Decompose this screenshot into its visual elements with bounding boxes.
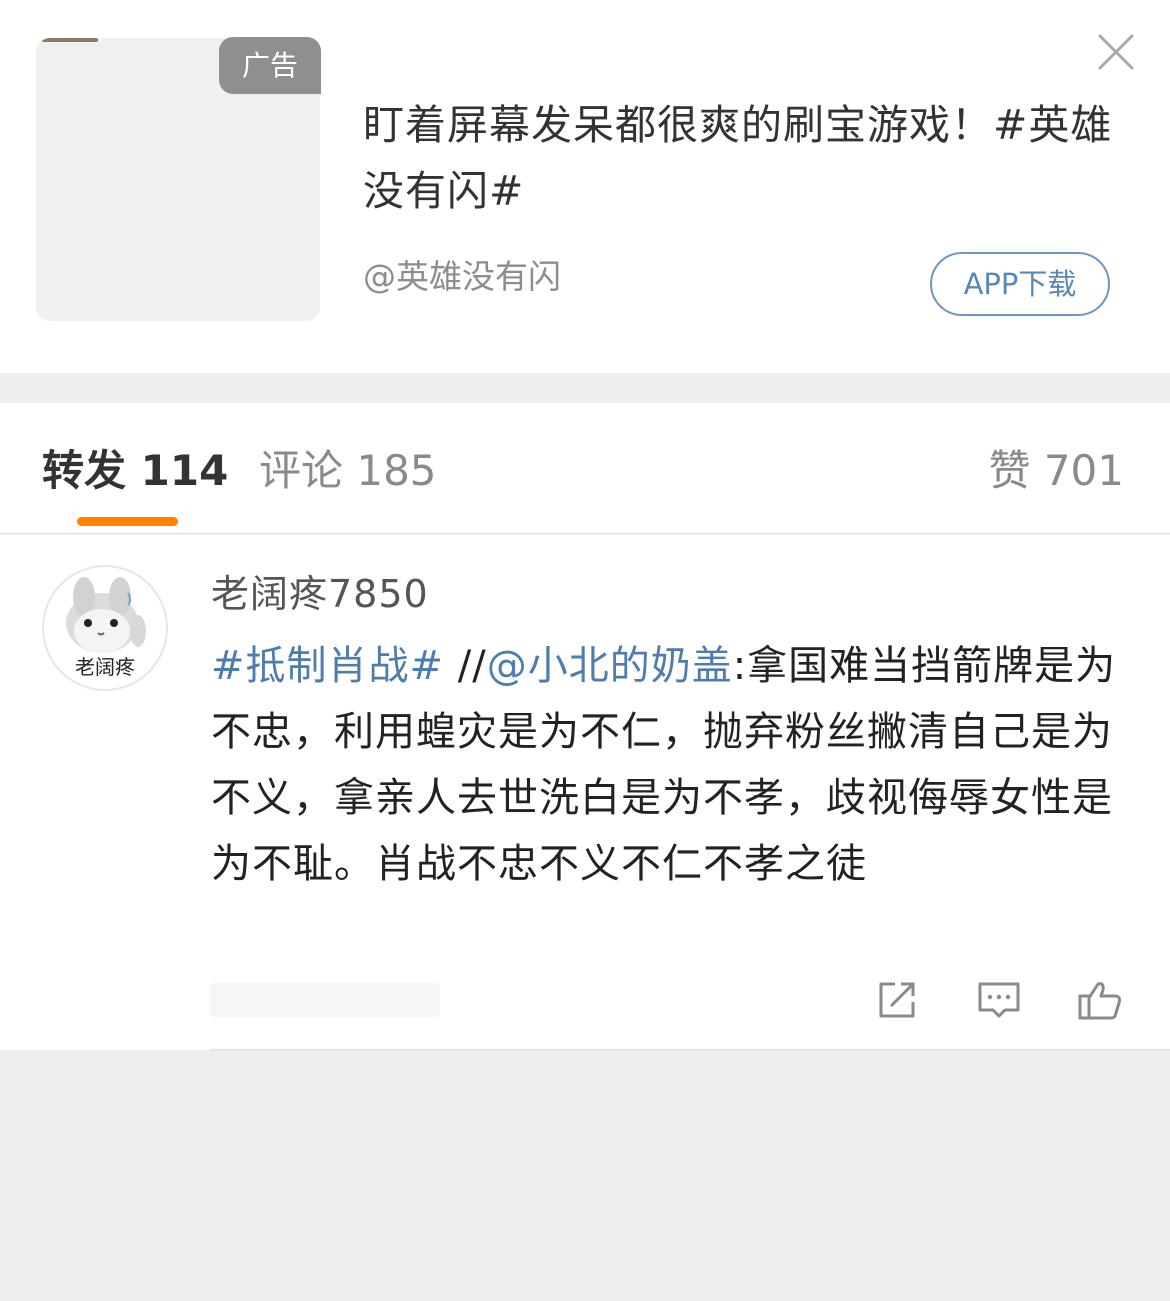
- repost-separator: //: [444, 643, 487, 689]
- tab-comment[interactable]: 评论 185: [259, 441, 437, 501]
- ad-badge: 广告: [219, 37, 321, 94]
- username[interactable]: 老阔疼7850: [211, 569, 429, 619]
- ad-card[interactable]: 广告 盯着屏幕发呆都很爽的刷宝游戏！#英雄没有闪# @英雄没有闪 APP下载: [0, 0, 1170, 373]
- topic-link[interactable]: #抵制肖战#: [211, 643, 444, 689]
- avatar-caption: 老阔疼: [75, 655, 135, 679]
- comment-icon[interactable]: [975, 976, 1023, 1024]
- ad-title[interactable]: 盯着屏幕发呆都很爽的刷宝游戏！#英雄没有闪#: [363, 92, 1123, 224]
- repost-divider: [210, 1049, 1170, 1051]
- ad-source[interactable]: @英雄没有闪: [363, 255, 561, 299]
- tab-like[interactable]: 赞 701: [988, 441, 1124, 501]
- mention-link[interactable]: @小北的奶盖: [487, 643, 733, 689]
- avatar[interactable]: 老阔疼: [42, 565, 168, 691]
- like-icon[interactable]: [1076, 976, 1124, 1024]
- tab-repost[interactable]: 转发 114: [42, 441, 228, 501]
- repost-item: 老阔疼 老阔疼7850 #抵制肖战# //@小北的奶盖:拿国难当挡箭牌是为不忠，…: [0, 535, 1170, 1050]
- app-download-button[interactable]: APP下载: [930, 252, 1110, 316]
- active-tab-indicator: [77, 517, 178, 526]
- ad-image-corner: [42, 38, 98, 42]
- close-icon[interactable]: [1096, 32, 1136, 72]
- tab-bar: 转发 114 评论 185 赞 701: [0, 403, 1170, 534]
- timestamp-placeholder: [210, 983, 440, 1017]
- share-icon[interactable]: [873, 976, 921, 1024]
- repost-content: #抵制肖战# //@小北的奶盖:拿国难当挡箭牌是为不忠，利用蝗灾是为不仁，抛弃粉…: [211, 633, 1131, 897]
